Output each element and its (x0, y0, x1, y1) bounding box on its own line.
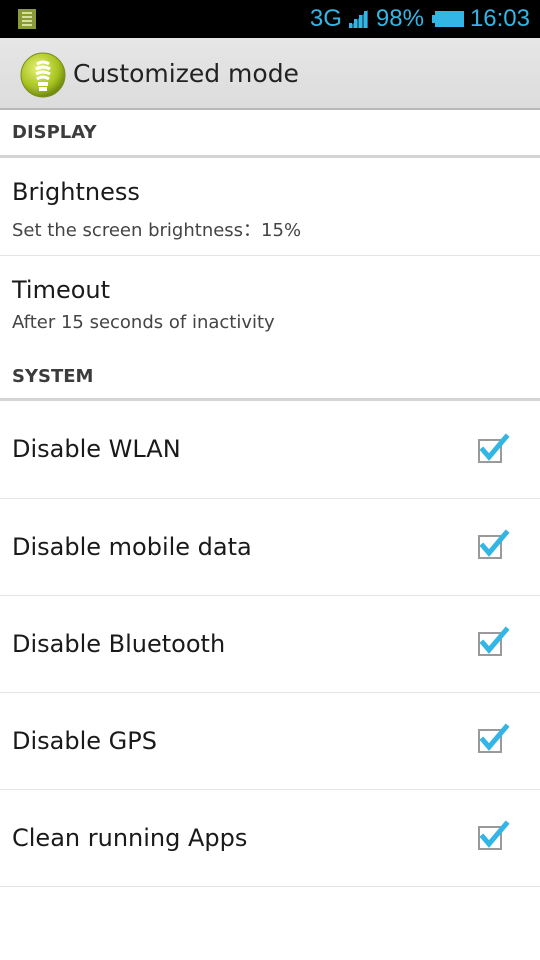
screen: 3G 98% 16:03 Customized mode DISPLAY Bri… (0, 0, 540, 960)
pref-title: Disable Bluetooth (12, 630, 226, 658)
battery-percent: 98% (375, 5, 424, 32)
power-saving-bulb-icon[interactable] (20, 52, 66, 98)
pref-summary: Set the screen brightness：15% (12, 220, 302, 241)
pref-disable-wlan[interactable]: Disable WLAN (0, 401, 540, 499)
checkbox-checked-icon[interactable] (476, 433, 510, 467)
status-bar: 3G 98% 16:03 (0, 0, 540, 38)
pref-clean-running-apps[interactable]: Clean running Apps (0, 790, 540, 887)
checkbox-checked-icon[interactable] (476, 626, 510, 660)
pref-title: Disable WLAN (12, 435, 181, 463)
section-header-display: DISPLAY (0, 110, 540, 158)
pref-timeout[interactable]: Timeout After 15 seconds of inactivity (0, 256, 540, 353)
battery-icon (431, 11, 464, 27)
pref-title: Disable mobile data (12, 533, 252, 561)
checkbox-checked-icon[interactable] (476, 723, 510, 757)
checkbox-checked-icon[interactable] (476, 820, 510, 854)
clock: 16:03 (469, 5, 530, 32)
sd-card-icon (18, 9, 36, 29)
pref-title: Disable GPS (12, 727, 157, 755)
pref-brightness[interactable]: Brightness Set the screen brightness：15% (0, 158, 540, 256)
pref-summary: After 15 seconds of inactivity (12, 312, 275, 333)
pref-title: Clean running Apps (12, 824, 248, 852)
network-type: 3G (309, 5, 342, 32)
checkbox-checked-icon[interactable] (476, 529, 510, 563)
status-indicators: 3G 98% 16:03 (310, 0, 530, 38)
section-header-system: SYSTEM (0, 353, 540, 401)
signal-bars-icon (347, 10, 368, 28)
page-title: Customized mode (73, 59, 299, 88)
pref-disable-bluetooth[interactable]: Disable Bluetooth (0, 596, 540, 693)
pref-disable-mobile-data[interactable]: Disable mobile data (0, 499, 540, 596)
pref-title: Timeout (12, 276, 111, 304)
action-bar: Customized mode (0, 38, 540, 110)
pref-disable-gps[interactable]: Disable GPS (0, 693, 540, 790)
pref-title: Brightness (12, 178, 140, 206)
